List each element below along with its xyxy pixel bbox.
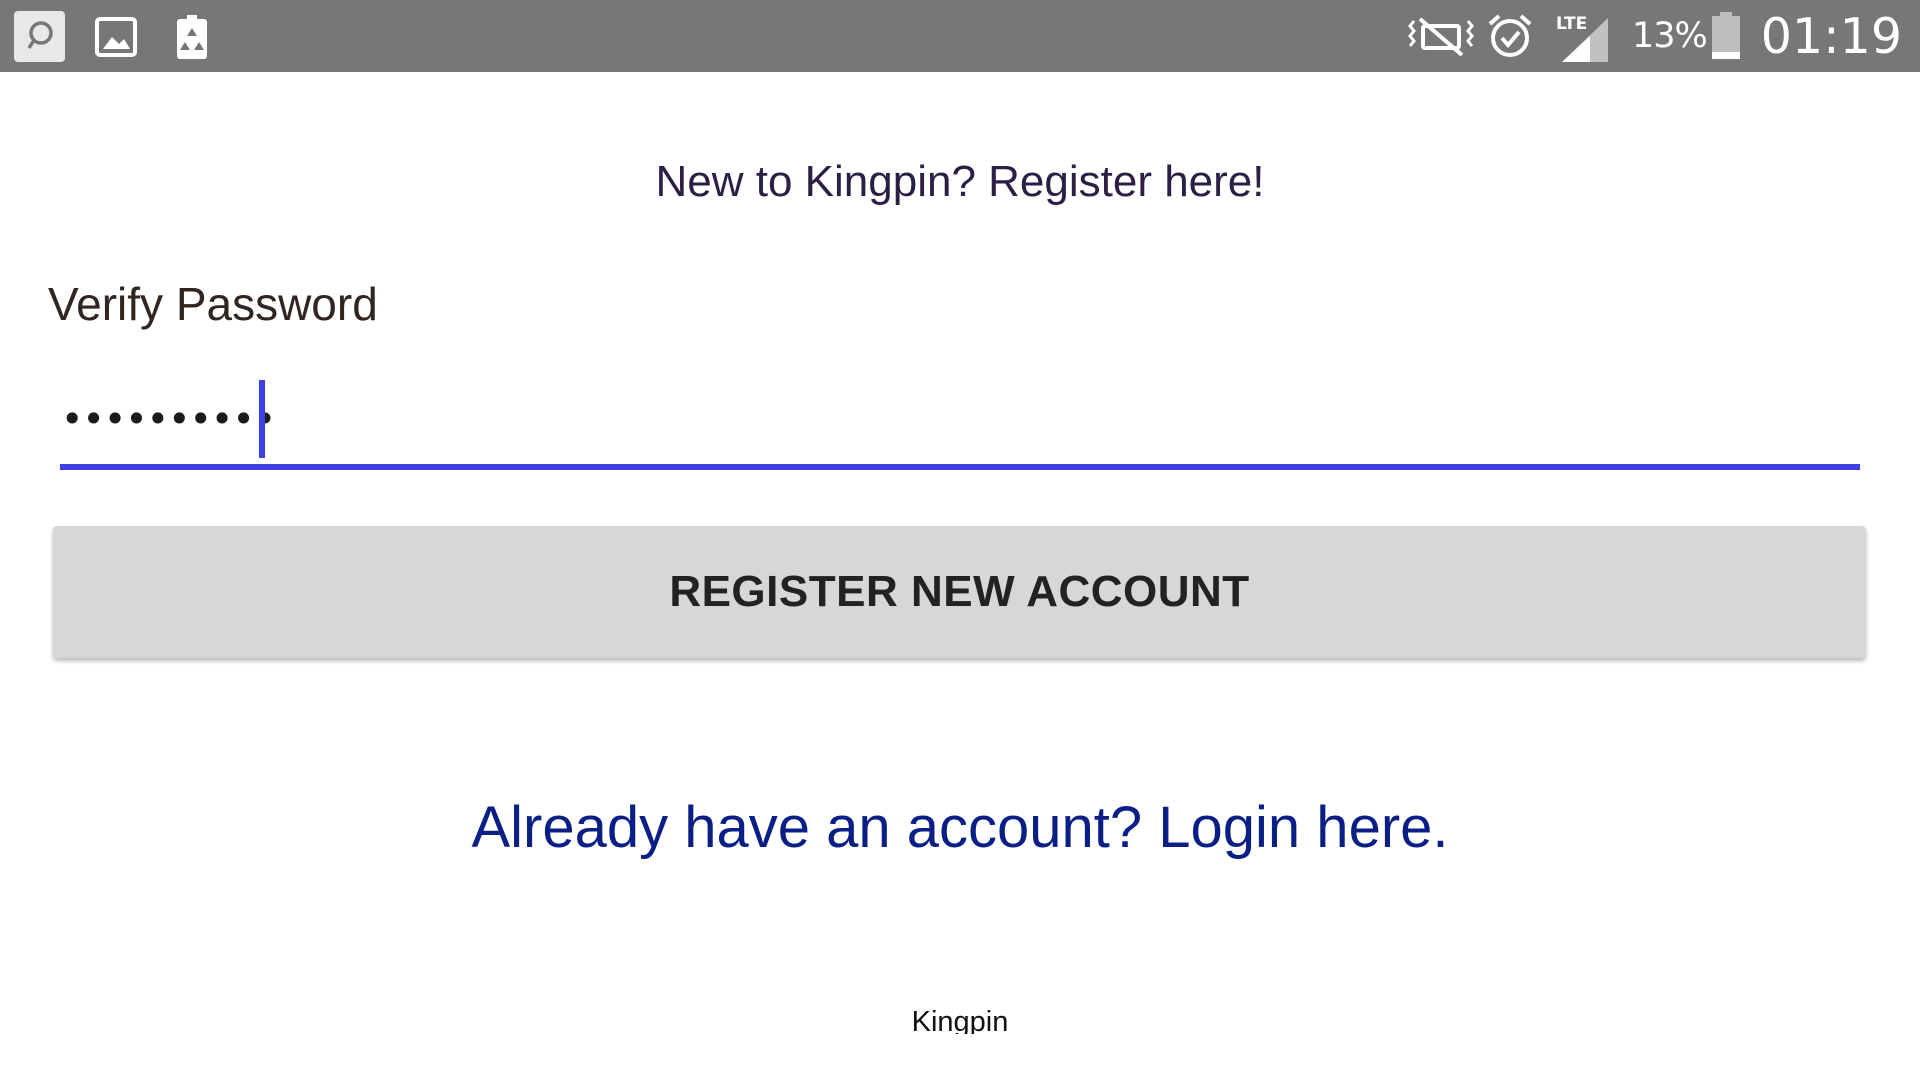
notification-icons: [14, 11, 217, 62]
register-heading: New to Kingpin? Register here!: [655, 157, 1265, 206]
battery-icon: [1711, 12, 1741, 60]
password-masked-value: ••••••••••: [61, 397, 276, 441]
text-cursor: [259, 380, 265, 458]
verify-password-input[interactable]: ••••••••••: [60, 378, 1860, 470]
register-screen: LTE 13% 01:19 New to Kingpin? Register h…: [0, 0, 1920, 1080]
login-link[interactable]: Already have an account? Login here.: [0, 788, 1920, 868]
verify-password-label: Verify Password: [48, 278, 378, 330]
register-new-account-button[interactable]: REGISTER NEW ACCOUNT: [53, 526, 1866, 658]
lte-signal-icon: LTE: [1556, 6, 1612, 66]
vibrate-mute-icon: [1406, 13, 1476, 59]
status-bar: LTE 13% 01:19: [0, 0, 1920, 72]
system-status: LTE 13% 01:19: [1406, 0, 1902, 72]
input-underline: [60, 464, 1860, 470]
alarm-clock-icon: [1486, 12, 1534, 60]
app-name-footer: Kingpin: [911, 1006, 1009, 1034]
chat-bubble-icon: [14, 11, 65, 62]
image-icon: [90, 11, 141, 62]
clock: 01:19: [1760, 7, 1902, 65]
battery-percent: 13%: [1631, 16, 1708, 56]
recycle-battery-icon: [166, 11, 217, 62]
